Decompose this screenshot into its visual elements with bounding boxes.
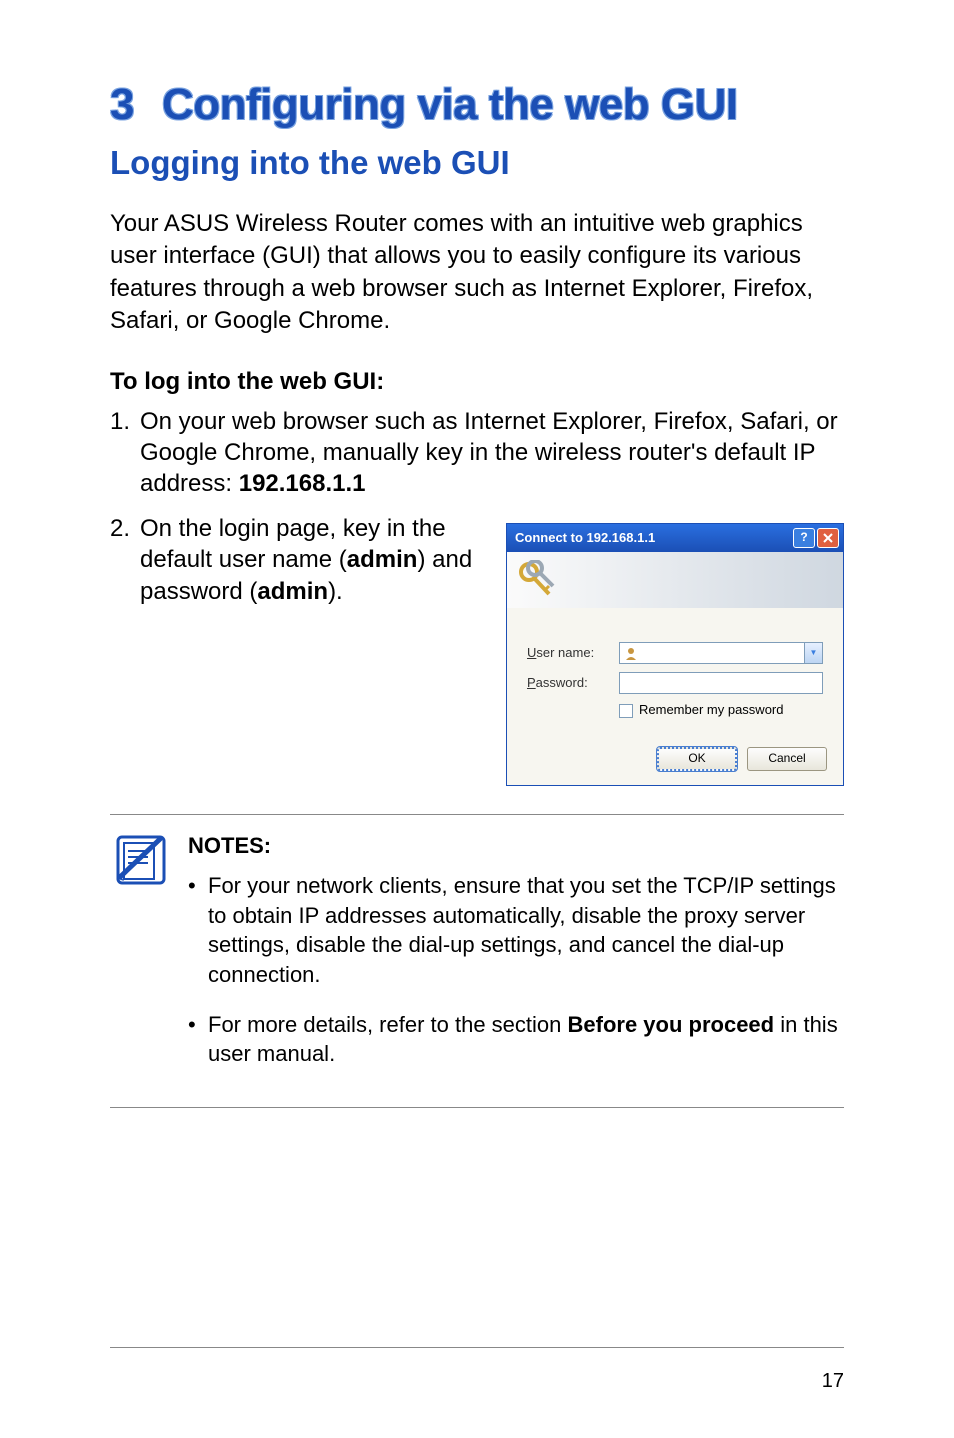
- password-label: Password:: [527, 675, 619, 692]
- note-item-1: For your network clients, ensure that yo…: [188, 871, 844, 990]
- dialog-header: [507, 552, 843, 608]
- steps-list: On your web browser such as Internet Exp…: [110, 406, 844, 786]
- help-button[interactable]: ?: [793, 528, 815, 548]
- password-input[interactable]: [619, 672, 823, 694]
- keys-icon: [517, 560, 557, 600]
- dialog-titlebar: Connect to 192.168.1.1 ?: [507, 524, 843, 552]
- step-1: On your web browser such as Internet Exp…: [110, 406, 844, 500]
- step-2: On the login page, key in the default us…: [110, 513, 844, 786]
- remember-checkbox[interactable]: [619, 704, 633, 718]
- section-title: Logging into the web GUI: [110, 144, 844, 182]
- footer-separator: [110, 1347, 844, 1348]
- notes-title: NOTES:: [188, 833, 844, 859]
- chapter-number: 3: [110, 80, 134, 129]
- username-label: User name:: [527, 645, 619, 662]
- chevron-down-icon[interactable]: ▼: [804, 643, 822, 663]
- cancel-button[interactable]: Cancel: [747, 747, 827, 771]
- page-number: 17: [822, 1370, 844, 1393]
- dialog-title: Connect to 192.168.1.1: [515, 530, 655, 547]
- step-2-text: On the login page, key in the default us…: [140, 513, 490, 607]
- person-icon: [624, 646, 638, 660]
- username-combobox[interactable]: ▼: [619, 642, 823, 664]
- chapter-title: 3 Configuring via the web GUI: [110, 80, 844, 130]
- ok-button[interactable]: OK: [657, 747, 737, 771]
- remember-label: Remember my password: [639, 702, 784, 719]
- close-button[interactable]: [817, 528, 839, 548]
- dialog-body: User name: ▼ Password:: [507, 608, 843, 733]
- notes-block: NOTES: For your network clients, ensure …: [110, 814, 844, 1108]
- chapter-title-text: Configuring via the web GUI: [162, 80, 738, 129]
- notes-list: For your network clients, ensure that yo…: [188, 871, 844, 1069]
- ip-address: 192.168.1.1: [239, 470, 366, 497]
- steps-heading: To log into the web GUI:: [110, 368, 844, 396]
- note-item-2: For more details, refer to the section B…: [188, 1010, 844, 1069]
- note-icon: [114, 833, 168, 887]
- intro-paragraph: Your ASUS Wireless Router comes with an …: [110, 208, 844, 338]
- login-dialog: Connect to 192.168.1.1 ?: [506, 523, 844, 786]
